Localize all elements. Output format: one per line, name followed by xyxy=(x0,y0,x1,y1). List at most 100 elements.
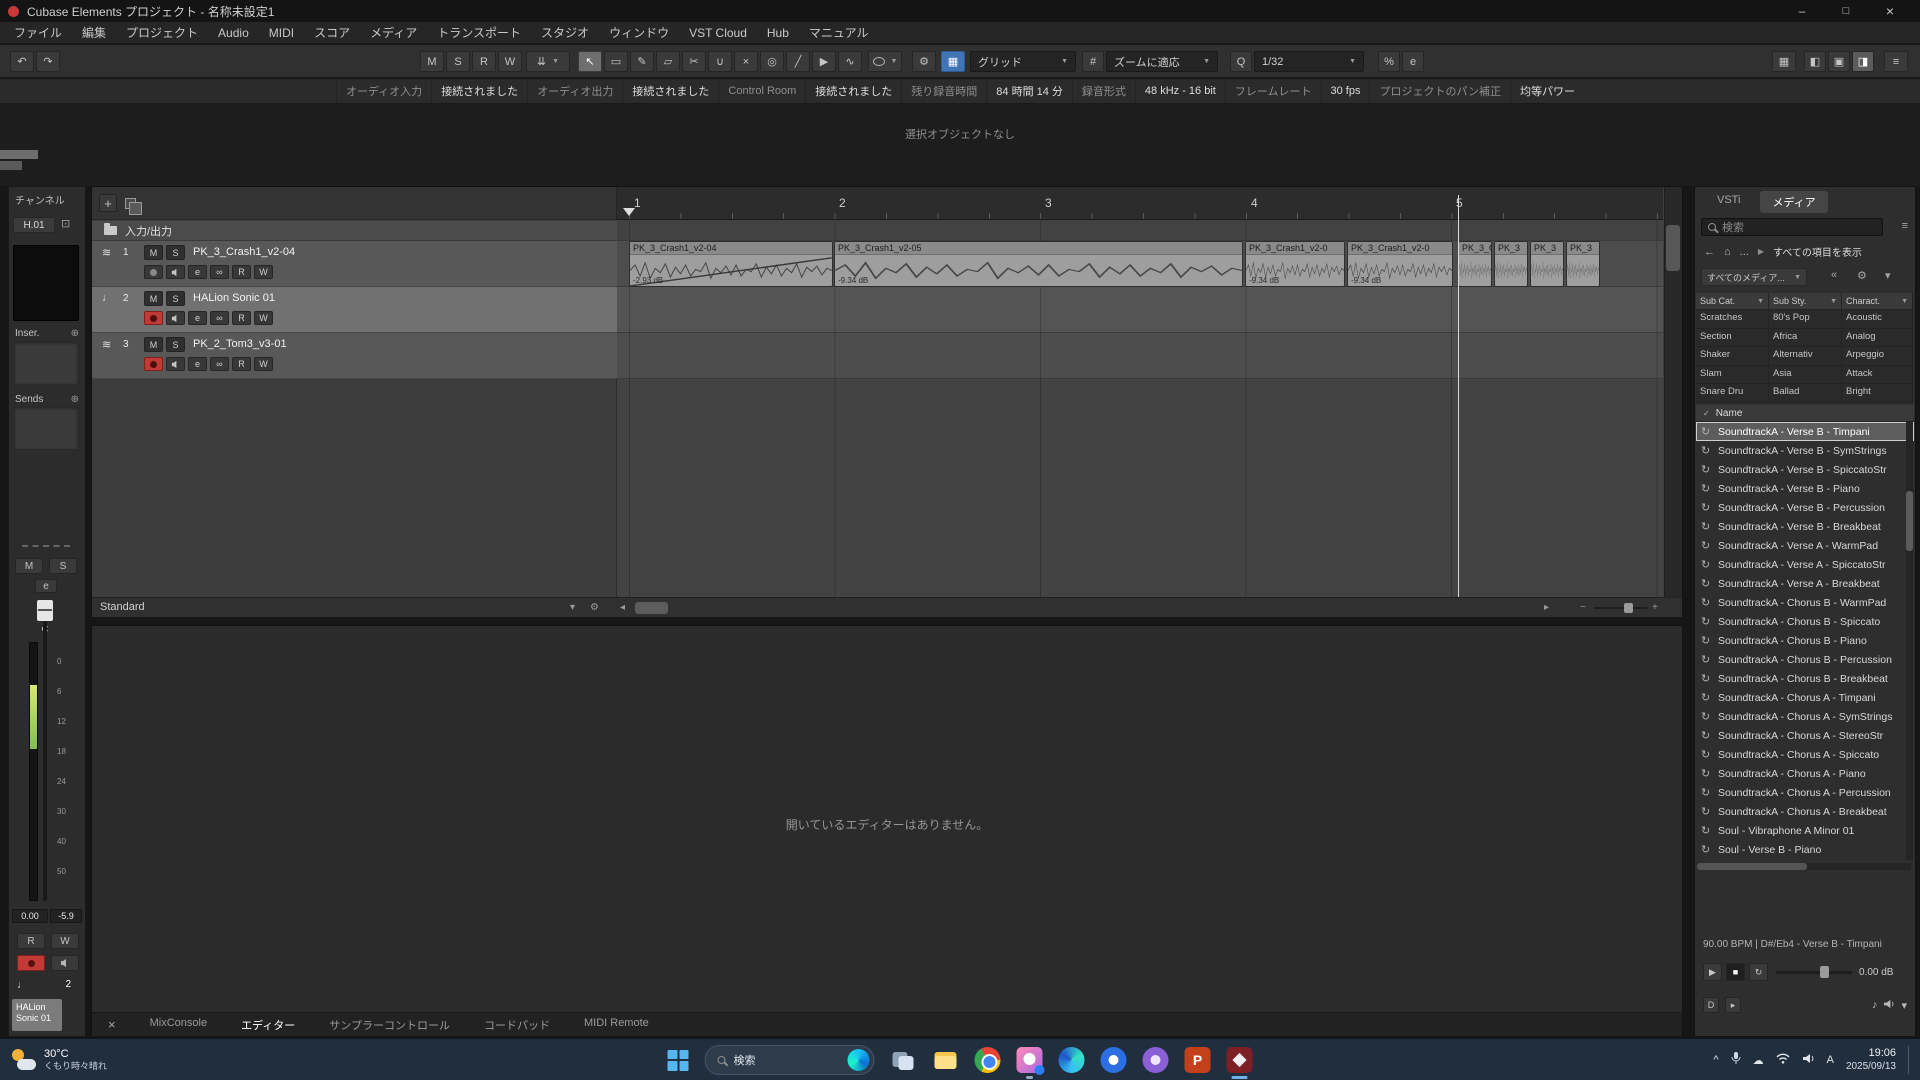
microphone-icon[interactable] xyxy=(1731,1052,1741,1068)
media-result-row[interactable]: ↻ SoundtrackA - Chorus B - Piano xyxy=(1696,631,1914,650)
d-button[interactable]: D xyxy=(1703,997,1719,1013)
filter-item[interactable]: Scratches xyxy=(1696,310,1769,329)
zoom-tool[interactable]: ◎ xyxy=(760,51,784,72)
menu-item[interactable]: ファイル xyxy=(4,24,72,41)
chrome-icon[interactable] xyxy=(975,1047,1001,1073)
results-scroll-thumb[interactable] xyxy=(1906,491,1913,551)
filter-item[interactable]: Alternativ xyxy=(1769,347,1842,366)
filter-item[interactable]: Ballad xyxy=(1769,384,1842,403)
preview-play-button[interactable]: ▶ xyxy=(1703,963,1722,981)
preview-loop-button[interactable]: ↻ xyxy=(1749,963,1768,981)
maximize-button[interactable] xyxy=(1824,0,1868,22)
media-result-row[interactable]: ↻ SoundtrackA - Chorus A - Timpani xyxy=(1696,688,1914,707)
audio-event[interactable]: PK_3_Crash1_v2 xyxy=(1458,241,1492,287)
media-result-row[interactable]: ↻ SoundtrackA - Verse A - WarmPad xyxy=(1696,536,1914,555)
show-desktop-button[interactable] xyxy=(1908,1046,1912,1074)
menu-item[interactable]: プロジェクト xyxy=(116,24,208,41)
comp-tool[interactable]: ∿ xyxy=(838,51,862,72)
media-result-row[interactable]: ↻ SoundtrackA - Chorus A - StereoStr xyxy=(1696,726,1914,745)
audio-event[interactable]: PK_3 xyxy=(1530,241,1564,287)
task-view-button[interactable] xyxy=(891,1047,917,1073)
home-icon[interactable]: ⌂ xyxy=(1724,246,1731,258)
result-settings-icon[interactable]: ⚙ xyxy=(1857,269,1867,282)
collapse-sections-icon[interactable]: « xyxy=(1831,269,1837,281)
media-result-row[interactable]: ↻ SoundtrackA - Verse B - SpiccatoStr xyxy=(1696,460,1914,479)
track-controls-settings-icon[interactable]: ⚙ xyxy=(590,602,599,613)
track-visibility-icon[interactable] xyxy=(125,198,136,209)
filter-item[interactable]: Acoustic xyxy=(1842,310,1913,329)
media-result-row[interactable]: ↻ SoundtrackA - Chorus B - Breakbeat xyxy=(1696,669,1914,688)
step-button[interactable]: ▸ xyxy=(1725,997,1741,1013)
media-result-row[interactable]: ↻ Soul - Vibraphone A Minor 01 xyxy=(1696,821,1914,840)
filter-item[interactable]: Bright xyxy=(1842,384,1913,403)
read-automation-button[interactable]: R xyxy=(232,311,251,325)
sends-bypass-icon[interactable]: ⊕ xyxy=(71,394,79,405)
undo-button[interactable]: ↶ xyxy=(10,51,34,72)
scroll-left-icon[interactable]: ◂ xyxy=(620,602,625,613)
track-row[interactable]: ≋ ♩ 2 M S HALion Sonic 01 e ∞ R W xyxy=(92,287,617,333)
write-automation-button[interactable]: W xyxy=(51,933,79,949)
track-controls-preset[interactable]: Standard xyxy=(100,601,145,613)
zoom-in-icon[interactable]: + xyxy=(1652,602,1658,613)
snap-type-dropdown[interactable]: グリッド▼ xyxy=(970,51,1076,72)
breadcrumb-dots[interactable]: ... xyxy=(1740,246,1749,258)
snap-settings-icon[interactable]: ⚙ xyxy=(912,51,936,72)
lower-zone-toggle[interactable]: ▣ xyxy=(1828,51,1850,72)
minimize-button[interactable] xyxy=(1780,0,1824,22)
record-enable-button[interactable] xyxy=(144,311,163,325)
split-tool[interactable]: ✂ xyxy=(682,51,706,72)
zoom-slider[interactable] xyxy=(1594,607,1648,609)
monitor-button[interactable] xyxy=(51,955,79,971)
channel-solo-button[interactable]: S xyxy=(49,558,77,574)
range-selection-tool[interactable]: ▭ xyxy=(604,51,628,72)
menu-item[interactable]: スタジオ xyxy=(531,24,599,41)
menu-item[interactable]: トランスポート xyxy=(427,24,531,41)
snap-toggle-button[interactable]: ▦ xyxy=(941,51,965,72)
automation-state-button[interactable]: M xyxy=(420,51,444,72)
automation-state-button[interactable]: R xyxy=(472,51,496,72)
clock-widget[interactable]: 19:06 2025/09/13 xyxy=(1846,1047,1896,1073)
zoom-out-icon[interactable]: − xyxy=(1580,602,1586,613)
fader-handle[interactable] xyxy=(37,600,53,621)
more-options-icon[interactable]: ▾ xyxy=(1901,999,1907,1012)
draw-tool[interactable]: ✎ xyxy=(630,51,654,72)
play-tool[interactable]: ▶ xyxy=(812,51,836,72)
breadcrumb[interactable]: すべての項目を表示 xyxy=(1773,244,1862,259)
track-mute-button[interactable]: M xyxy=(144,245,163,260)
record-enable-button[interactable] xyxy=(17,955,45,971)
filter-item[interactable]: Analog xyxy=(1842,329,1913,348)
track-options-icon[interactable]: ∞ xyxy=(210,265,229,279)
menu-item[interactable]: Audio xyxy=(208,26,259,40)
quantize-panel-button[interactable]: e xyxy=(1402,51,1424,72)
audio-event[interactable]: PK_3_Crash1_v2-0 -9.34 dB xyxy=(1245,241,1345,287)
erase-tool[interactable]: ▱ xyxy=(656,51,680,72)
preview-volume-thumb[interactable] xyxy=(1820,966,1829,978)
window-layout-icon[interactable]: ▦ xyxy=(1772,51,1796,72)
close-button[interactable] xyxy=(1868,0,1912,22)
lower-zone-tab[interactable]: MIDI Remote xyxy=(584,1017,649,1033)
ime-mode-indicator[interactable]: A xyxy=(1827,1054,1834,1066)
edge-icon[interactable] xyxy=(1059,1047,1085,1073)
audio-event[interactable]: PK_3 xyxy=(1566,241,1600,287)
monitor-button[interactable] xyxy=(166,265,185,279)
media-result-row[interactable]: ↻ SoundtrackA - Chorus A - Breakbeat xyxy=(1696,802,1914,821)
filter-item[interactable]: Attack xyxy=(1842,366,1913,385)
read-automation-button[interactable]: R xyxy=(232,357,251,371)
menu-item[interactable]: MIDI xyxy=(259,26,304,40)
edit-channel-button[interactable]: e xyxy=(188,265,207,279)
media-result-row[interactable]: ↻ SoundtrackA - Chorus A - Percussion xyxy=(1696,783,1914,802)
filter-item[interactable]: 80's Pop xyxy=(1769,310,1842,329)
blue-app-icon[interactable] xyxy=(1101,1047,1127,1073)
media-result-row[interactable]: ↻ SoundtrackA - Verse A - Breakbeat xyxy=(1696,574,1914,593)
media-result-row[interactable]: ↻ SoundtrackA - Verse B - SymStrings xyxy=(1696,441,1914,460)
close-lower-zone-icon[interactable]: × xyxy=(108,1017,116,1032)
filter-item[interactable]: Slam xyxy=(1696,366,1769,385)
filter-item[interactable]: Africa xyxy=(1769,329,1842,348)
track-row[interactable]: ≋ ♩ 3 M S PK_2_Tom3_v3-01 e ∞ R W xyxy=(92,333,617,379)
right-zone-tab[interactable]: VSTi xyxy=(1705,191,1752,213)
iterative-quantize-button[interactable]: % xyxy=(1378,51,1400,72)
tray-overflow-icon[interactable]: ^ xyxy=(1713,1054,1718,1066)
add-track-button[interactable]: + xyxy=(99,194,117,212)
inserts-bypass-icon[interactable]: ⊕ xyxy=(71,328,79,339)
channel-mute-button[interactable]: M xyxy=(15,558,43,574)
